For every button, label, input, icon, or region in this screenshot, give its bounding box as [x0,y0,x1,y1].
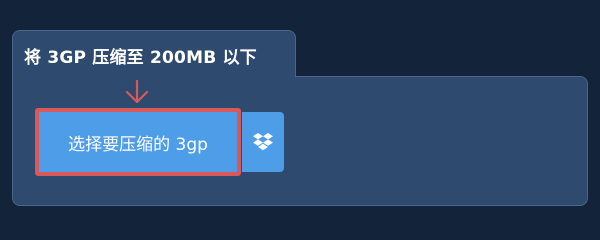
arrow-down-icon [125,80,149,104]
panel-tab-seam [13,74,295,80]
dropbox-button[interactable] [242,112,284,172]
panel-title: 将 3GP 压缩至 200MB 以下 [24,48,257,68]
choose-file-button[interactable]: 选择要压缩的 3gp [35,108,241,176]
choose-file-label: 选择要压缩的 3gp [68,134,208,155]
dropbox-icon [253,133,273,151]
